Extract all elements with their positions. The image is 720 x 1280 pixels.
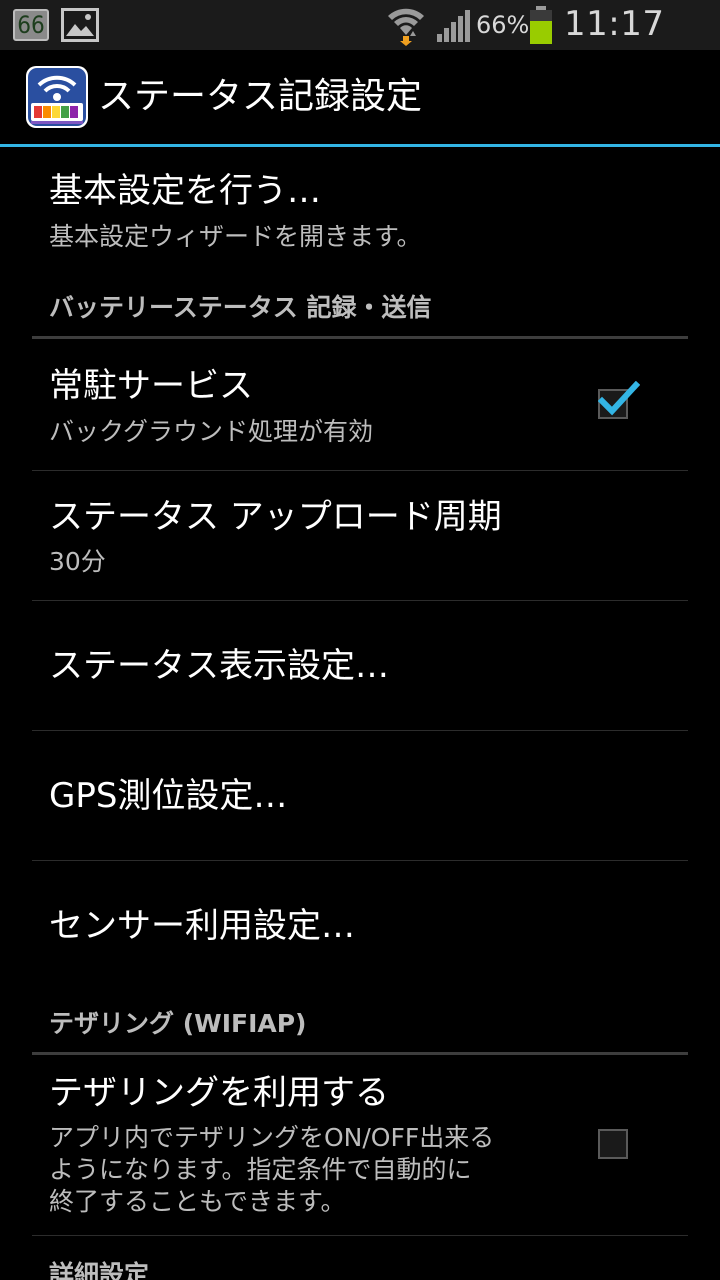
wifi-icon [388,8,424,46]
pref-title: 基本設定を行う… [49,171,321,211]
pref-summary: 30分 [49,547,106,576]
pref-summary-line: 終了することもできます。 [49,1187,346,1216]
resident-service-checkbox[interactable] [598,381,640,419]
pref-title: テザリングを利用する [49,1073,389,1113]
pref-title: ステータス アップロード周期 [49,497,502,537]
gallery-icon [61,8,99,42]
pref-upload-period[interactable]: ステータス アップロード周期 30分 [0,471,720,601]
signal-icon [437,10,470,42]
battery-percent: 66% [476,11,530,39]
pref-summary-line: ようになります。指定条件で自動的に [49,1155,472,1184]
pref-summary: バックグラウンド処理が有効 [49,417,374,446]
pref-title: ステータス表示設定… [49,646,389,686]
page-title: ステータス記録設定 [98,76,423,117]
category-header-tethering: テザリング (WIFIAP) [49,1009,307,1038]
pref-summary: 基本設定ウィザードを開きます。 [49,222,422,251]
pref-title: センサー利用設定… [49,906,355,946]
app-battery-wifi-icon[interactable] [25,65,89,129]
battery-icon [530,6,552,44]
action-bar: ステータス記録設定 [0,50,720,147]
notification-badge-icon: 66 [13,9,49,41]
pref-title: 常駐サービス [49,366,253,406]
pref-use-tethering[interactable]: テザリングを利用する アプリ内でテザリングをON/OFF出来る ようになります。… [0,1055,720,1235]
checkmark-icon [598,381,640,416]
pref-gps[interactable]: GPS測位設定… [0,731,720,861]
pref-summary-line: アプリ内でテザリングをON/OFF出来る [49,1123,495,1152]
category-header-battery: バッテリーステータス 記録・送信 [49,293,432,322]
use-tethering-checkbox[interactable] [598,1129,628,1159]
screen: 66 66% 11:17 AM [0,0,720,1280]
pref-title: GPS測位設定… [49,776,288,816]
pref-resident-service[interactable]: 常駐サービス バックグラウンド処理が有効 [0,339,720,470]
pref-status-display[interactable]: ステータス表示設定… [0,601,720,731]
pref-sensor[interactable]: センサー利用設定… [0,861,720,991]
category-header-advanced: 詳細設定 [49,1260,150,1280]
pref-basic-setup[interactable]: 基本設定を行う… 基本設定ウィザードを開きます。 [0,147,720,282]
divider [32,1235,688,1236]
status-bar: 66 66% 11:17 AM [0,0,720,84]
